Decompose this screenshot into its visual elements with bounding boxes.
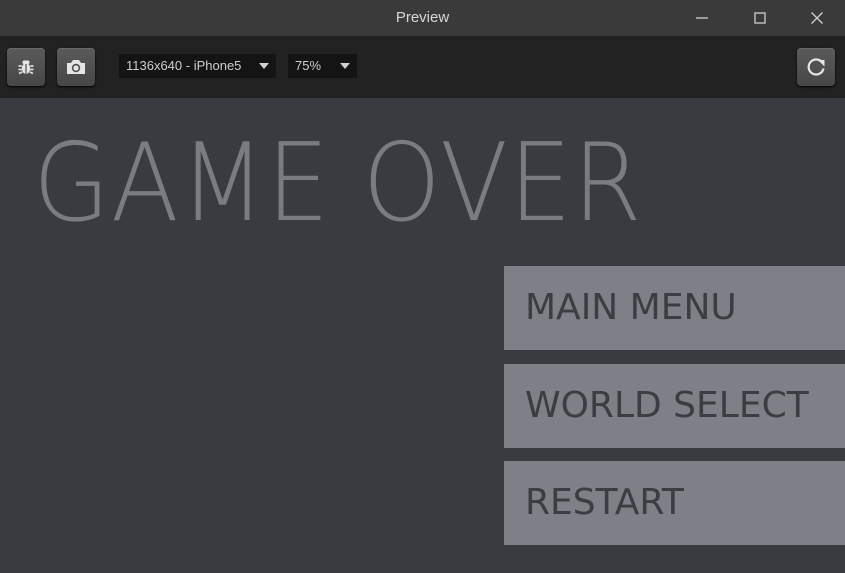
refresh-icon bbox=[807, 58, 825, 76]
game-viewport: GAME OVER MAIN MENU WORLD SELECT RESTART bbox=[0, 98, 845, 573]
world-select-button[interactable]: WORLD SELECT bbox=[504, 364, 845, 448]
chevron-down-icon bbox=[259, 63, 269, 69]
camera-icon bbox=[67, 60, 85, 74]
minimize-icon bbox=[696, 17, 708, 19]
close-button[interactable] bbox=[789, 0, 845, 36]
window-titlebar: Preview bbox=[0, 0, 845, 36]
zoom-select[interactable]: 75% bbox=[288, 54, 357, 78]
restart-button[interactable]: RESTART bbox=[504, 461, 845, 545]
chevron-down-icon bbox=[340, 63, 350, 69]
close-icon bbox=[811, 12, 823, 24]
minimize-button[interactable] bbox=[674, 0, 730, 36]
main-menu-button[interactable]: MAIN MENU bbox=[504, 266, 845, 350]
maximize-button[interactable] bbox=[732, 0, 788, 36]
device-select-value: 1136x640 - iPhone5 bbox=[126, 58, 242, 73]
screenshot-button[interactable] bbox=[57, 48, 95, 86]
bug-icon bbox=[18, 60, 34, 75]
game-over-title: GAME OVER bbox=[33, 121, 643, 246]
maximize-icon bbox=[754, 12, 766, 24]
zoom-select-value: 75% bbox=[295, 58, 322, 73]
debug-button[interactable] bbox=[7, 48, 45, 86]
device-select[interactable]: 1136x640 - iPhone5 bbox=[119, 54, 276, 78]
refresh-button[interactable] bbox=[797, 48, 835, 86]
